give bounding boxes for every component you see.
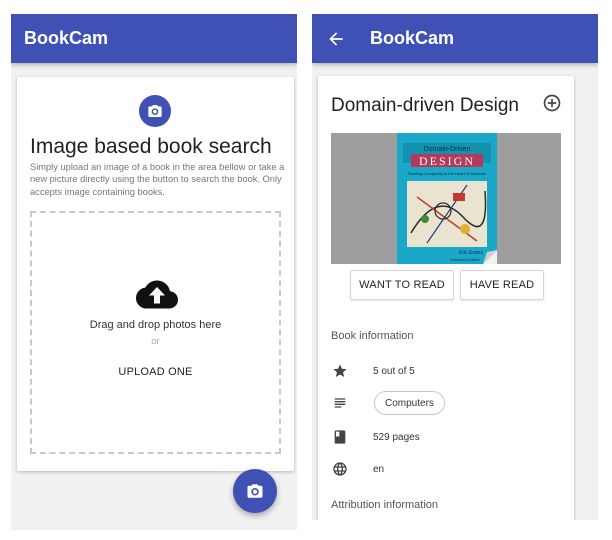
pages-text: 529 pages bbox=[373, 431, 420, 443]
book-title: Domain-driven Design bbox=[331, 95, 519, 116]
svg-text:Domain-Driven: Domain-Driven bbox=[424, 146, 471, 153]
want-to-read-button[interactable]: WANT TO READ bbox=[350, 270, 454, 300]
have-read-button[interactable]: HAVE READ bbox=[460, 270, 544, 300]
search-screen: BookCam Image based book search Simply u… bbox=[11, 14, 297, 530]
book-information-heading: Book information bbox=[331, 330, 414, 342]
language-text: en bbox=[373, 463, 385, 475]
app-bar: BookCam bbox=[312, 14, 598, 63]
camera-icon bbox=[139, 95, 171, 127]
category-chip[interactable]: Computers bbox=[374, 391, 445, 415]
search-description: Simply upload an image of a book in the … bbox=[30, 162, 285, 197]
image-search-card: Image based book search Simply upload an… bbox=[17, 77, 294, 471]
search-title: Image based book search bbox=[30, 135, 272, 158]
svg-text:Foreword by Martin: Foreword by Martin bbox=[450, 258, 480, 262]
category-row: Computers bbox=[331, 391, 445, 415]
svg-text:Tackling Complexity in the Hea: Tackling Complexity in the Heart of Soft… bbox=[408, 171, 487, 176]
app-title: BookCam bbox=[24, 28, 109, 48]
dropzone-or: or bbox=[151, 336, 160, 347]
app-bar: BookCam bbox=[11, 14, 297, 63]
upload-one-button[interactable]: UPLOAD ONE bbox=[32, 366, 279, 378]
book-card: Domain-driven Design Domain-Driven DESIG… bbox=[318, 76, 574, 520]
book-detail-screen: BookCam Domain-driven Design Domain-Driv… bbox=[312, 14, 598, 520]
language-row: en bbox=[331, 459, 384, 479]
attribution-heading: Attribution information bbox=[331, 499, 438, 511]
book-cover-image: Domain-Driven DESIGN Tackling Complexity… bbox=[397, 133, 497, 264]
rating-row: 5 out of 5 bbox=[331, 361, 415, 381]
app-title: BookCam bbox=[370, 28, 455, 48]
svg-text:DESIGN: DESIGN bbox=[419, 154, 475, 168]
globe-icon bbox=[331, 460, 349, 478]
camera-icon bbox=[246, 482, 264, 500]
cloud-upload-icon bbox=[136, 279, 178, 309]
pages-row: 529 pages bbox=[331, 427, 420, 447]
star-icon bbox=[331, 362, 349, 380]
dropzone-text: Drag and drop photos here bbox=[89, 319, 222, 331]
photo-dropzone[interactable]: Drag and drop photos here or UPLOAD ONE bbox=[30, 211, 281, 454]
book-icon bbox=[331, 428, 349, 446]
add-circle-outline-icon[interactable] bbox=[542, 93, 562, 113]
subject-icon bbox=[331, 394, 349, 412]
book-cover-area: Domain-Driven DESIGN Tackling Complexity… bbox=[331, 133, 561, 264]
rating-text: 5 out of 5 bbox=[373, 365, 415, 377]
svg-text:Eric Evans: Eric Evans bbox=[459, 250, 483, 256]
arrow-back-icon[interactable] bbox=[326, 29, 346, 49]
take-photo-fab[interactable] bbox=[233, 469, 277, 513]
